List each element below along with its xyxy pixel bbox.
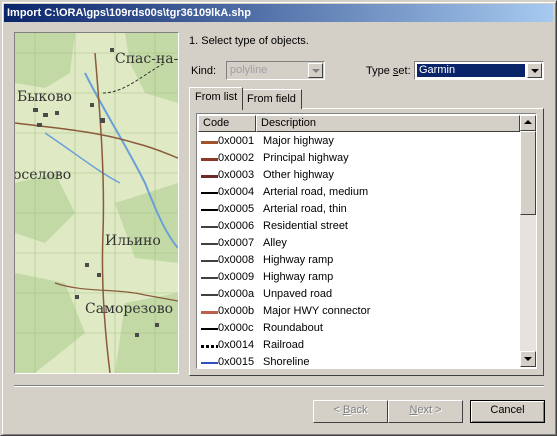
row-code: 0x0015	[218, 356, 255, 368]
line-style-icon	[201, 328, 218, 330]
divider	[14, 385, 544, 387]
list-item[interactable]: 0x0002 Principal highway	[198, 150, 520, 167]
map-preview: Спас-на- Быково оселово Ильино Саморезов…	[14, 32, 179, 374]
list-item[interactable]: 0x0001 Major highway	[198, 133, 520, 150]
line-style-icon	[201, 192, 218, 194]
list-item[interactable]: 0x0015 Shoreline	[198, 354, 520, 368]
row-description: Railroad	[263, 339, 304, 351]
map-label-ilino: Ильино	[105, 233, 161, 249]
chevron-down-icon	[531, 69, 539, 73]
kind-dropdown-button	[308, 63, 323, 78]
row-code: 0x0004	[218, 186, 255, 198]
tab-from-field[interactable]: From field	[241, 89, 302, 109]
row-code: 0x0003	[218, 169, 255, 181]
object-type-list[interactable]: Code Description 0x0001 Major highway 0x00…	[196, 113, 537, 369]
row-description: Highway ramp	[263, 254, 334, 266]
row-code: 0x0006	[218, 220, 255, 232]
list-rows: 0x0001 Major highway 0x0002 Principal highw…	[198, 133, 520, 368]
map-label-bykovo: Быково	[17, 89, 72, 105]
typeset-dropdown-button[interactable]	[527, 63, 542, 78]
row-description: Major HWY connector	[263, 305, 371, 317]
list-item[interactable]: 0x000c Roundabout	[198, 320, 520, 337]
line-style-icon	[201, 209, 218, 211]
row-code: 0x000a	[218, 288, 255, 300]
row-code: 0x0007	[218, 237, 255, 249]
list-item[interactable]: 0x0008 Highway ramp	[198, 252, 520, 269]
row-description: Principal highway	[263, 152, 349, 164]
row-description: Arterial road, thin	[263, 203, 347, 215]
row-description: Alley	[263, 237, 287, 249]
column-header-code[interactable]: Code	[198, 115, 256, 132]
row-description: Other highway	[263, 169, 334, 181]
scroll-down-button[interactable]	[520, 351, 536, 367]
typeset-dropdown[interactable]: Garmin	[414, 61, 544, 80]
list-item[interactable]: 0x0007 Alley	[198, 235, 520, 252]
list-item[interactable]: 0x0014 Railroad	[198, 337, 520, 354]
list-item[interactable]: 0x0005 Arterial road, thin	[198, 201, 520, 218]
line-style-icon	[201, 226, 218, 228]
kind-dropdown: polyline	[226, 61, 325, 80]
vertical-scrollbar[interactable]	[520, 115, 536, 367]
kind-label: Kind:	[191, 65, 217, 77]
line-style-icon	[201, 345, 218, 348]
row-description: Unpaved road	[263, 288, 333, 300]
list-item[interactable]: 0x0004 Arterial road, medium	[198, 184, 520, 201]
cancel-button[interactable]: Cancel	[470, 400, 545, 423]
list-header: Code Description	[198, 115, 520, 132]
line-style-icon	[201, 260, 218, 262]
row-description: Shoreline	[263, 356, 310, 368]
next-button[interactable]: Next >	[388, 400, 463, 423]
row-description: Major highway	[263, 135, 334, 147]
line-style-icon	[201, 158, 218, 161]
map-label-samorezovo: Саморезово	[85, 301, 173, 317]
window-title: Import C:\ORA\gps\109rds00s\tgr36109lkA.…	[7, 7, 251, 19]
tab-from-list[interactable]: From list	[189, 87, 244, 110]
row-code: 0x0001	[218, 135, 255, 147]
list-item[interactable]: 0x0006 Residential street	[198, 218, 520, 235]
row-code: 0x0014	[218, 339, 255, 351]
chevron-down-icon	[312, 69, 320, 73]
back-button[interactable]: < Back	[313, 400, 388, 423]
line-style-icon	[201, 294, 218, 296]
map-label-oselovo: оселово	[15, 167, 71, 183]
row-description: Roundabout	[263, 322, 323, 334]
row-description: Highway ramp	[263, 271, 334, 283]
row-description: Residential street	[263, 220, 348, 232]
line-style-icon	[201, 311, 218, 314]
map-label-spas: Спас-на-	[115, 51, 178, 67]
list-item[interactable]: 0x0003 Other highway	[198, 167, 520, 184]
list-item[interactable]: 0x0009 Highway ramp	[198, 269, 520, 286]
row-code: 0x000b	[218, 305, 255, 317]
list-item[interactable]: 0x000b Major HWY connector	[198, 303, 520, 320]
row-code: 0x0008	[218, 254, 255, 266]
row-code: 0x0002	[218, 152, 255, 164]
typeset-label: Type set:	[366, 65, 411, 77]
line-style-icon	[201, 277, 218, 279]
row-code: 0x0009	[218, 271, 255, 283]
typeset-value: Garmin	[417, 64, 525, 77]
row-description: Arterial road, medium	[263, 186, 369, 198]
line-style-icon	[201, 362, 218, 364]
title-bar[interactable]: Import C:\ORA\gps\109rds00s\tgr36109lkA.…	[4, 4, 553, 22]
row-code: 0x0005	[218, 203, 255, 215]
line-style-icon	[201, 175, 218, 178]
scroll-up-button[interactable]	[520, 115, 536, 131]
line-style-icon	[201, 141, 218, 144]
step-instruction: 1. Select type of objects.	[189, 35, 309, 47]
arrow-up-icon	[524, 120, 532, 124]
row-code: 0x000c	[218, 322, 254, 334]
import-dialog: Import C:\ORA\gps\109rds00s\tgr36109lkA.…	[0, 0, 557, 436]
scroll-thumb[interactable]	[520, 131, 536, 215]
list-item[interactable]: 0x000a Unpaved road	[198, 286, 520, 303]
arrow-down-icon	[524, 357, 532, 361]
column-header-description[interactable]: Description	[256, 115, 520, 132]
line-style-icon	[201, 243, 218, 245]
kind-value: polyline	[230, 64, 268, 76]
